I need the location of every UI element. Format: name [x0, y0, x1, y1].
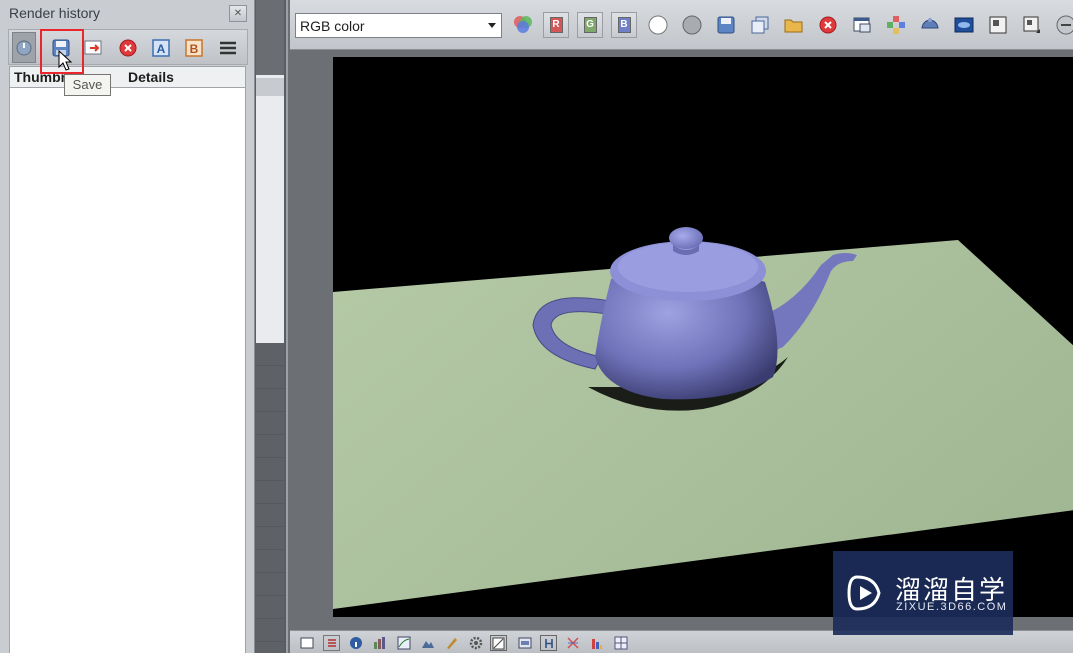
- white-display-button[interactable]: [645, 12, 671, 38]
- green-channel-button[interactable]: G: [577, 12, 603, 38]
- strip-top: [256, 0, 284, 75]
- blue-channel-button[interactable]: B: [611, 12, 637, 38]
- bottom-btn-12[interactable]: [564, 635, 581, 651]
- panel-icon: [989, 16, 1007, 34]
- mouse-cursor-icon: [58, 50, 73, 71]
- color-corrections-button[interactable]: [510, 12, 536, 38]
- power-button[interactable]: [12, 32, 36, 63]
- red-channel-button[interactable]: R: [543, 12, 569, 38]
- strip-window: [256, 75, 284, 343]
- save-image-button[interactable]: [713, 12, 739, 38]
- duplicate-button[interactable]: [747, 12, 773, 38]
- bottom-btn-7[interactable]: [443, 635, 460, 651]
- bottom-btn-2[interactable]: [323, 635, 340, 651]
- bottom-btn-10[interactable]: [516, 635, 533, 651]
- colors-icon: [514, 16, 532, 33]
- svg-text:B: B: [190, 42, 199, 56]
- channel-select[interactable]: RGB color: [295, 13, 502, 38]
- clear-button[interactable]: [815, 12, 841, 38]
- render-history-panel: Render history ✕ A B Thumbn Details: [0, 0, 255, 653]
- column-details[interactable]: Details: [128, 69, 174, 85]
- chevron-down-icon: [488, 23, 496, 28]
- a-icon: A: [152, 39, 170, 57]
- export-button[interactable]: [82, 36, 106, 60]
- history-list[interactable]: [9, 88, 246, 653]
- curve-icon: [397, 636, 410, 650]
- clear-icon: [819, 16, 837, 34]
- lut-icon: [518, 637, 531, 649]
- save-tooltip: Save: [64, 74, 111, 96]
- bottom-btn-5[interactable]: [395, 635, 412, 651]
- b-icon: B: [185, 39, 203, 57]
- gray-circle-icon: [682, 15, 702, 35]
- window-icon: [300, 637, 313, 649]
- watermark-badge: 溜溜自学 ZIXUE.3D66.COM: [833, 551, 1013, 635]
- render-viewport[interactable]: [333, 57, 1073, 617]
- hamburger-icon: [220, 41, 236, 55]
- close-button[interactable]: ✕: [229, 5, 247, 22]
- region-button[interactable]: [951, 12, 977, 38]
- window-button[interactable]: [849, 12, 875, 38]
- bottom-btn-1[interactable]: [298, 635, 315, 651]
- open-button[interactable]: [781, 12, 807, 38]
- window-icon: [853, 17, 871, 33]
- watermark-domain: ZIXUE.3D66.COM: [896, 601, 1008, 613]
- open-icon: [784, 19, 803, 33]
- bottom-btn-11[interactable]: [540, 635, 557, 651]
- delete-icon: [119, 39, 137, 57]
- bottom-btn-13[interactable]: [588, 635, 605, 651]
- region-icon: [954, 17, 974, 33]
- blue-channel-label: B: [617, 17, 631, 33]
- compare-b-button[interactable]: B: [182, 36, 206, 60]
- green-channel-label: G: [583, 17, 597, 33]
- bottom-btn-8[interactable]: [467, 635, 484, 651]
- bottom-btn-14[interactable]: [612, 635, 629, 651]
- more-button[interactable]: [1053, 12, 1073, 38]
- white-circle-icon: [648, 15, 668, 35]
- panel-arrow-icon: [1023, 16, 1040, 33]
- compare-icon: [566, 637, 579, 649]
- levels-icon: [373, 637, 385, 649]
- bottom-btn-9[interactable]: [490, 635, 507, 651]
- panel-title: Render history: [9, 5, 101, 21]
- bottom-btn-3[interactable]: [347, 635, 364, 651]
- more-icon: [1056, 15, 1073, 35]
- red-channel-label: R: [549, 17, 563, 33]
- play-logo-icon: [847, 575, 881, 611]
- panel-arrow-button[interactable]: [1019, 12, 1045, 38]
- grid-icon: [614, 636, 627, 650]
- rendered-teapot-image: [333, 57, 1073, 617]
- tiles-icon: [887, 16, 905, 34]
- tiles-button[interactable]: [883, 12, 909, 38]
- delete-button[interactable]: [116, 36, 140, 60]
- render-button[interactable]: [917, 12, 943, 38]
- background-editor-strip: [256, 0, 284, 653]
- bottom-btn-6[interactable]: [419, 635, 436, 651]
- strip-title: [256, 78, 284, 96]
- render-icon: [921, 18, 939, 29]
- gear-icon: [469, 636, 482, 650]
- channel-select-value: RGB color: [300, 18, 365, 34]
- save-icon: [717, 16, 735, 34]
- list-icon: [327, 639, 336, 647]
- menu-button[interactable]: [216, 36, 240, 60]
- h-icon: [544, 638, 553, 648]
- bottom-btn-4[interactable]: [371, 635, 388, 651]
- panel-button[interactable]: [985, 12, 1011, 38]
- info-icon: [349, 637, 362, 649]
- svg-text:A: A: [157, 42, 166, 56]
- strip-grid: [256, 343, 284, 653]
- mountain-icon: [421, 641, 434, 648]
- copy-icon: [751, 16, 769, 34]
- mono-display-button[interactable]: [679, 12, 705, 38]
- export-icon: [84, 40, 102, 55]
- brush-icon: [446, 638, 457, 649]
- compare-a-button[interactable]: A: [149, 36, 173, 60]
- power-icon: [16, 40, 32, 55]
- panel-titlebar: Render history: [0, 0, 255, 26]
- frame-buffer-toolbar: RGB color R G B: [290, 0, 1073, 50]
- region-icon: [492, 637, 505, 649]
- histogram-icon: [591, 639, 602, 649]
